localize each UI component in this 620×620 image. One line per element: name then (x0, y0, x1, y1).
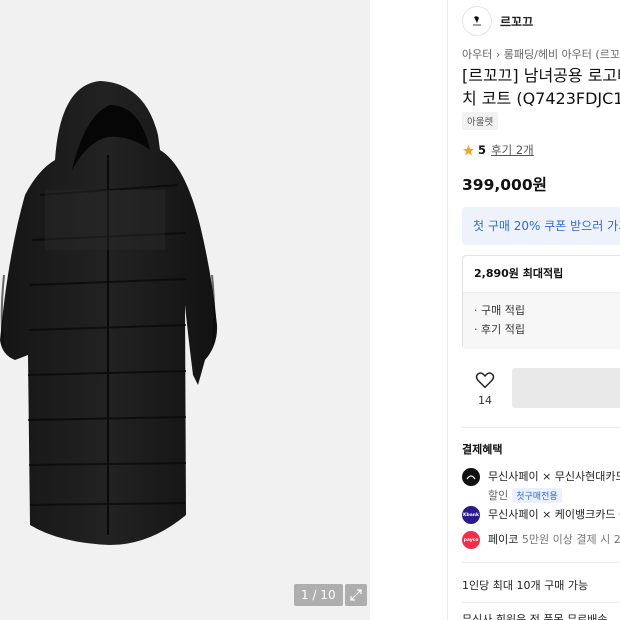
like-count: 14 (478, 394, 492, 407)
like-button[interactable]: 14 (474, 371, 496, 407)
image-pager: 1 / 10 (294, 584, 367, 606)
points-item: · 후기 적립 (474, 323, 525, 336)
star-icon (463, 144, 474, 155)
shipping-info: 무신사 회원은 전 품목 무료배송 (462, 613, 608, 620)
points-list: · 구매 적립 · 후기 적립 (463, 293, 620, 349)
payment-row[interactable]: Kbank 무신사페이 × 케이뱅크카드 6 (462, 506, 620, 524)
divider (462, 562, 620, 563)
payment-sub-label: 할인 (488, 489, 509, 502)
payment-sub: 할인 첫구매전용 (488, 487, 620, 503)
product-title-line2: 치 코트 (Q7423FDJC1) (462, 89, 620, 108)
payment-extra: 5만원 이상 결제 시 2천 (521, 533, 620, 546)
payment-name: 페이코 (488, 533, 519, 546)
payment-row[interactable]: 무신사페이 × 무신사현대카드 할인 첫구매전용 (462, 468, 620, 503)
brand-logo-icon (462, 6, 492, 36)
divider (462, 427, 620, 428)
review-link[interactable]: 후기 2개 (491, 142, 534, 158)
product-title-line1: [르꼬끄] 남녀공용 로고테이 (462, 66, 620, 85)
product-title: [르꼬끄] 남녀공용 로고테이 치 코트 (Q7423FDJC1) (462, 64, 620, 110)
max-points: 2,890원 최대적립 (463, 256, 620, 293)
brand-row[interactable]: 르꼬끄 (462, 6, 533, 36)
purchase-limit: 1인당 최대 10개 구매 가능 (462, 579, 589, 592)
coupon-button[interactable]: 첫 구매 20% 쿠폰 받으러 가기 (462, 207, 620, 245)
payment-benefits-title: 결제혜택 (462, 443, 503, 456)
price: 399,000원 (462, 176, 547, 194)
product-info-panel: 르꼬끄 아우터 › 롱패딩/헤비 아우터 (르꼬끄 [르꼬끄] 남녀공용 로고테… (462, 0, 620, 620)
points-item: · 구매 적립 (474, 304, 525, 317)
payco-icon: payco (462, 531, 480, 549)
expand-icon[interactable] (344, 584, 367, 606)
heart-icon (475, 372, 495, 389)
payment-text: 무신사페이 × 케이뱅크카드 6 (488, 506, 620, 522)
first-purchase-badge: 첫구매전용 (512, 487, 562, 503)
rating-score: 5 (478, 143, 487, 157)
divider (462, 602, 620, 603)
musinsa-card-icon (462, 468, 480, 486)
kbank-card-icon: Kbank (462, 506, 480, 524)
points-box: 2,890원 최대적립 · 구매 적립 · 후기 적립 (462, 255, 620, 349)
image-counter: 1 / 10 (294, 584, 343, 606)
payment-row[interactable]: payco 페이코 5만원 이상 결제 시 2천 (462, 531, 620, 549)
product-image (0, 81, 218, 545)
payment-text: 무신사페이 × 무신사현대카드 할인 첫구매전용 (488, 468, 620, 503)
buy-button[interactable] (512, 368, 620, 408)
breadcrumb[interactable]: 아우터 › 롱패딩/헤비 아우터 (르꼬끄 (462, 46, 620, 62)
outlet-tag: 아울렛 (462, 112, 499, 130)
payment-name: 무신사페이 × 케이뱅크카드 6 (488, 508, 620, 521)
product-image-gallery[interactable]: 1 / 10 (0, 0, 370, 620)
rating[interactable]: 5 후기 2개 (462, 142, 534, 158)
payment-text: 페이코 5만원 이상 결제 시 2천 (488, 531, 620, 547)
brand-name[interactable]: 르꼬끄 (500, 13, 533, 30)
payment-name: 무신사페이 × 무신사현대카드 (488, 470, 620, 483)
divider (447, 0, 448, 620)
